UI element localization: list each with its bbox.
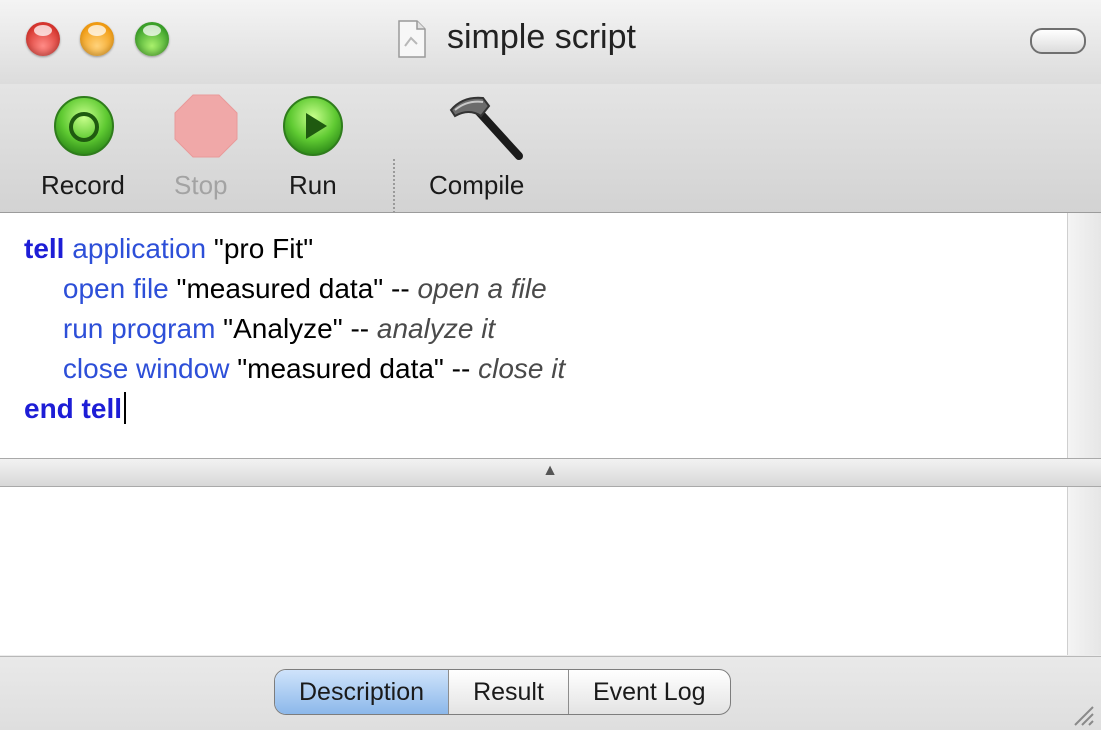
script-token: close it (478, 353, 566, 384)
script-token: "measured data" (229, 353, 444, 384)
minimize-window-button[interactable] (80, 22, 114, 56)
hammer-icon (449, 96, 523, 160)
window-title: simple script (447, 18, 636, 56)
script-token: close window (24, 353, 230, 384)
script-line[interactable]: end tell (24, 389, 565, 429)
script-token: open a file (417, 273, 547, 304)
script-document-icon (398, 20, 426, 58)
toolbar: Record Stop Run Compile (0, 84, 1101, 281)
record-label: Record (41, 170, 125, 200)
pane-tabs: Description Result Event Log (274, 669, 731, 715)
script-line[interactable]: open file "measured data" -- open a file (24, 269, 565, 309)
stop-button[interactable]: Stop (168, 84, 258, 212)
run-button[interactable]: Run (279, 84, 359, 212)
script-line[interactable]: tell application "pro Fit" (24, 229, 565, 269)
script-token: "measured data" (168, 273, 384, 304)
compile-label: Compile (429, 170, 525, 200)
script-token: "Analyze" (215, 313, 343, 344)
toolbar-toggle-button[interactable] (1030, 28, 1086, 54)
run-icon (283, 96, 343, 156)
script-line[interactable]: close window "measured data" -- close it (24, 349, 565, 389)
description-pane[interactable] (0, 487, 1068, 655)
description-scrollbar[interactable] (1067, 487, 1101, 655)
script-editor-window: simple script Record Stop Run Compile te… (0, 0, 1101, 730)
text-caret (124, 392, 127, 424)
stop-icon (174, 94, 238, 158)
script-token: -- (443, 353, 479, 384)
script-token: -- (383, 273, 418, 304)
script-token: run program (24, 313, 216, 344)
zoom-window-button[interactable] (135, 22, 169, 56)
resize-grip-icon[interactable] (1069, 701, 1095, 727)
script-line[interactable]: run program "Analyze" -- analyze it (24, 309, 565, 349)
script-token: end tell (24, 393, 123, 424)
script-text[interactable]: tell application "pro Fit" open file "me… (24, 229, 565, 429)
bottom-bar: Description Result Event Log (0, 656, 1101, 730)
tab-result[interactable]: Result (448, 670, 568, 714)
script-token: open file (24, 273, 169, 304)
compile-button[interactable]: Compile (425, 84, 555, 212)
script-editor[interactable]: tell application "pro Fit" open file "me… (0, 213, 1068, 458)
title-bar[interactable]: simple script (0, 0, 1101, 84)
script-token: analyze it (376, 313, 496, 344)
tab-description[interactable]: Description (275, 670, 449, 714)
script-token: application (64, 233, 207, 264)
run-label: Run (289, 170, 337, 200)
editor-scrollbar[interactable] (1067, 213, 1101, 458)
record-icon (54, 96, 114, 156)
stop-label: Stop (174, 170, 228, 200)
pane-splitter[interactable]: ▲ (0, 458, 1101, 487)
tab-event-log[interactable]: Event Log (567, 670, 730, 714)
splitter-handle-icon[interactable]: ▲ (540, 463, 560, 479)
record-button[interactable]: Record (30, 84, 150, 212)
script-token: tell (24, 233, 65, 264)
script-token: -- (342, 313, 377, 344)
close-window-button[interactable] (26, 22, 60, 56)
script-token: "pro Fit" (206, 233, 314, 264)
